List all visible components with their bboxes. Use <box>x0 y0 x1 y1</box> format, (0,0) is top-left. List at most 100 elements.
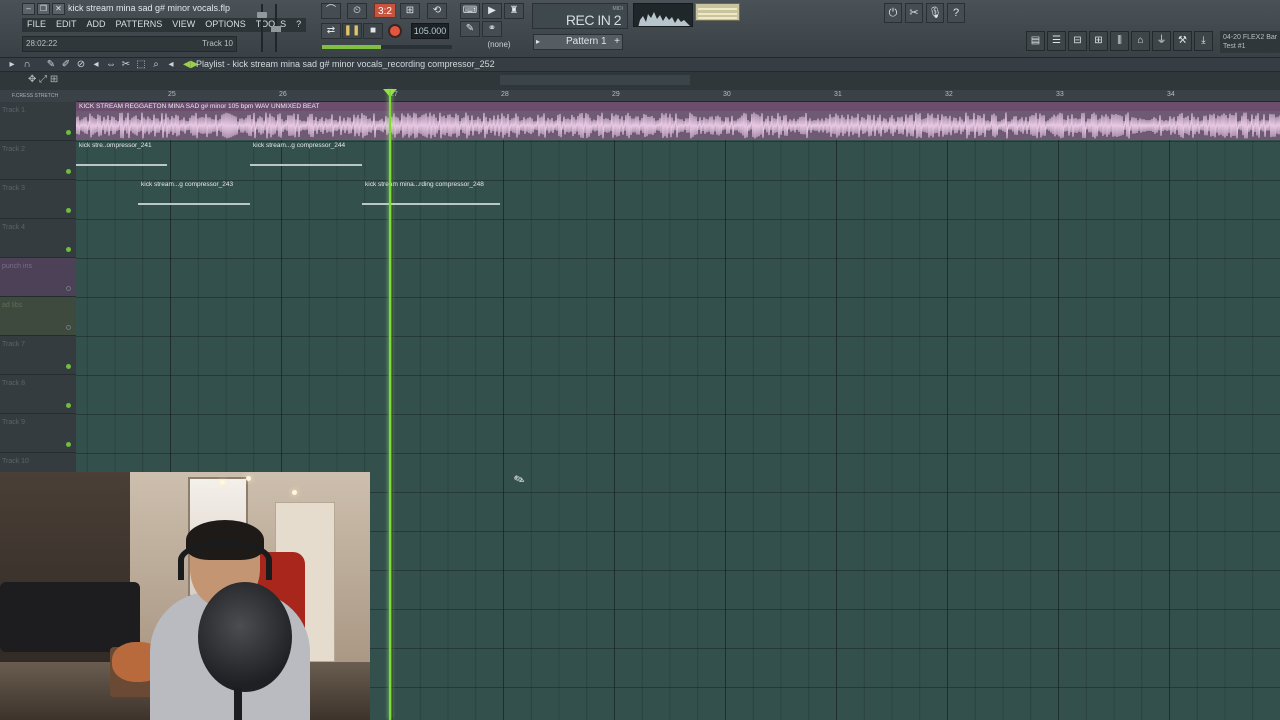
magnet-icon[interactable]: ∩ <box>21 58 33 72</box>
plugin-icon[interactable]: ⌂ <box>1131 31 1150 51</box>
wait-record-icon[interactable]: ⏲ <box>347 3 367 19</box>
master-pitch-slider[interactable] <box>271 4 281 52</box>
track-header-ad-libs[interactable]: ad libs <box>0 297 76 336</box>
track-header-8[interactable]: Track 8 <box>0 375 76 414</box>
snap-select[interactable]: (none) <box>478 40 520 53</box>
time-signature-display[interactable]: 3:2 <box>374 3 396 18</box>
track-enable-led[interactable] <box>66 169 71 174</box>
audio-clip-vocal[interactable]: kick stream...g compressor_243 <box>138 180 250 218</box>
microphone <box>198 582 292 692</box>
track-header-9[interactable]: Track 9 <box>0 414 76 453</box>
help-icon[interactable]: ? <box>947 3 965 23</box>
track-enable-led[interactable] <box>66 130 71 135</box>
menu-file[interactable]: FILE <box>22 18 51 32</box>
track-header-1[interactable]: Track 1 <box>0 102 76 141</box>
track-enable-led[interactable] <box>66 403 71 408</box>
loop-record-icon[interactable]: ⟲ <box>427 3 447 19</box>
piano-roll-icon[interactable]: ⊟ <box>1068 31 1087 51</box>
audio-clip-vocal[interactable]: kick stream...g compressor_244 <box>250 141 362 179</box>
menu-view[interactable]: VIEW <box>167 18 200 32</box>
bar-number: 26 <box>279 91 287 98</box>
hint-track: Track 10 <box>202 39 233 48</box>
pattern-prev-icon[interactable]: ▸ <box>536 35 540 49</box>
track-enable-led[interactable] <box>66 247 71 252</box>
tempo-display[interactable]: 105.000 <box>411 23 449 39</box>
track-name: ad libs <box>2 302 23 309</box>
playlist-titlebar: ▸ ∩ ✎ ✐ ⊘ ◂ ⇔ ✂ ⬚ ⌕ ◂ ◀▶ Playlist - kick… <box>0 58 1280 72</box>
power-icon[interactable]: ⏻ <box>884 3 902 23</box>
pause-button[interactable]: ❚❚ <box>342 23 362 39</box>
link-icon[interactable]: ⚭ <box>482 21 502 37</box>
horizontal-scrollbar[interactable] <box>500 75 690 85</box>
tools-icon[interactable]: ✂ <box>905 3 923 23</box>
menu-patterns[interactable]: PATTERNS <box>111 18 168 32</box>
track-enable-led[interactable] <box>66 364 71 369</box>
right-tool-group: ⏻ ✂ 🎙 ? <box>884 3 965 23</box>
step-edit-icon[interactable]: ⊞ <box>400 3 420 19</box>
minimize-icon[interactable]: – <box>22 3 35 15</box>
main-toolbar: – ❐ ✕ kick stream mina sad g# minor voca… <box>0 0 1280 58</box>
pencil-icon[interactable]: ✎ <box>460 21 480 37</box>
track-header-3[interactable]: Track 3 <box>0 180 76 219</box>
delete-tool-icon[interactable]: ⊘ <box>75 58 87 72</box>
track-enable-led[interactable] <box>66 325 71 330</box>
track-header-7[interactable]: Track 7 <box>0 336 76 375</box>
menu-add[interactable]: ADD <box>82 18 111 32</box>
track-enable-led[interactable] <box>66 208 71 213</box>
audio-clip-vocal[interactable]: kick stre..ompressor_241 <box>76 141 167 179</box>
clip-label: kick stream...g compressor_244 <box>253 142 346 149</box>
audio-clip-beat[interactable]: KICK STREAM REGGAETON MINA SAD g# minor … <box>76 102 1280 140</box>
clip-label: kick stream...g compressor_243 <box>141 181 234 188</box>
zoom-tool-icon[interactable]: ⌕ <box>150 58 162 72</box>
playback-tool-icon[interactable]: ◂ <box>165 58 177 72</box>
window-shortcuts: ▤ ☰ ⊟ ⊞ ⫼ ⌂ ⏚ ⚒ ⤓ <box>1026 31 1213 51</box>
pattern-song-toggle-icon[interactable]: ⇄ <box>321 23 341 39</box>
menu-help[interactable]: ? <box>291 18 306 32</box>
track-header-punch-ins[interactable]: punch ins <box>0 258 76 297</box>
menu-options[interactable]: OPTIONS <box>200 18 251 32</box>
track-header-2[interactable]: Track 2 <box>0 141 76 180</box>
download-icon[interactable]: ⤓ <box>1194 31 1213 51</box>
memory-monitor <box>695 3 740 21</box>
record-button[interactable] <box>388 24 402 38</box>
mute-tool-icon[interactable]: ◂ <box>90 58 102 72</box>
draw-tool-icon[interactable]: ✎ <box>45 58 57 72</box>
wrench-icon[interactable]: ⚒ <box>1173 31 1192 51</box>
add-pattern-icon[interactable]: + <box>614 35 620 49</box>
track-enable-led[interactable] <box>66 442 71 447</box>
plug-icon[interactable]: ⏚ <box>1152 31 1171 51</box>
slice-tool-icon[interactable]: ✂ <box>120 58 132 72</box>
mixer-icon[interactable]: ⫼ <box>1110 31 1129 51</box>
menu-edit[interactable]: EDIT <box>51 18 82 32</box>
restore-icon[interactable]: ❐ <box>37 3 50 15</box>
master-volume-slider[interactable] <box>257 4 267 52</box>
typing-keyboard-icon[interactable]: ⌨ <box>460 3 480 19</box>
playlist-menu-icon[interactable]: ▸ <box>6 58 18 72</box>
waveform-path <box>76 112 1280 139</box>
play-arrow-icon[interactable]: ▶ <box>482 3 502 19</box>
microphone-icon[interactable]: 🎙 <box>926 3 944 23</box>
track-name: Track 2 <box>2 146 26 153</box>
playhead[interactable] <box>389 90 391 720</box>
close-icon[interactable]: ✕ <box>52 3 65 15</box>
pattern-selector[interactable]: ▸ Pattern 1 + <box>533 34 623 50</box>
bar-number: 30 <box>723 91 731 98</box>
track-name: Track 9 <box>2 419 26 426</box>
news-panel[interactable]: 04-20 FLEX2 Bar Test #1 <box>1220 31 1280 53</box>
playlist-window-icon[interactable]: ▤ <box>1026 31 1045 51</box>
select-tool-icon[interactable]: ⬚ <box>135 58 147 72</box>
stop-button[interactable]: ■ <box>363 23 383 39</box>
move-icon[interactable]: ✥ ⤢ ⊞ <box>28 74 58 85</box>
channel-rack-icon[interactable]: ☰ <box>1047 31 1066 51</box>
song-position-slider[interactable] <box>322 45 452 49</box>
paint-tool-icon[interactable]: ✐ <box>60 58 72 72</box>
metronome-icon[interactable]: ⌒ <box>321 3 341 19</box>
timeline-ruler[interactable]: 25 26 27 28 29 30 31 32 33 34 <box>76 90 1280 102</box>
track-enable-led[interactable] <box>66 286 71 291</box>
browser-icon[interactable]: ⊞ <box>1089 31 1108 51</box>
audio-clip-vocal[interactable]: kick stream mina...rding compressor_248 <box>362 180 500 218</box>
slip-tool-icon[interactable]: ⇔ <box>105 58 117 72</box>
plugin-picker-icon[interactable]: ♜ <box>504 3 524 19</box>
track-header-4[interactable]: Track 4 <box>0 219 76 258</box>
bar-number: 28 <box>501 91 509 98</box>
